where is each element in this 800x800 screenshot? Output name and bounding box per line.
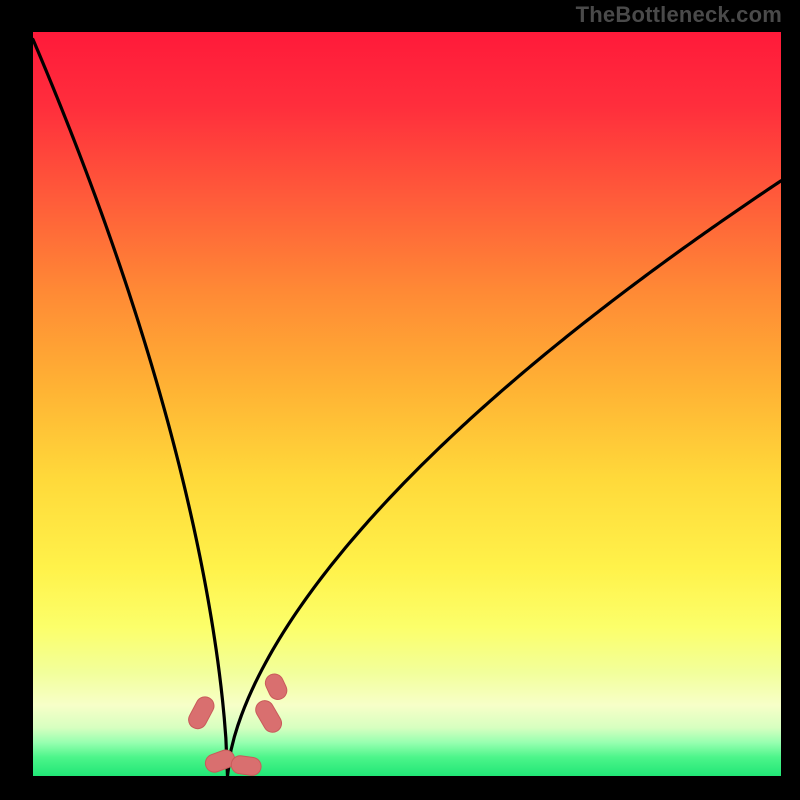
watermark-text: TheBottleneck.com [576, 2, 782, 28]
bottleneck-curve [33, 39, 781, 776]
outer-frame: TheBottleneck.com [0, 0, 800, 800]
plot-area [33, 32, 781, 776]
chart-svg [33, 32, 781, 776]
data-marker [230, 755, 262, 776]
data-marker [185, 694, 217, 732]
data-marker [252, 697, 284, 735]
data-marker [262, 671, 289, 702]
